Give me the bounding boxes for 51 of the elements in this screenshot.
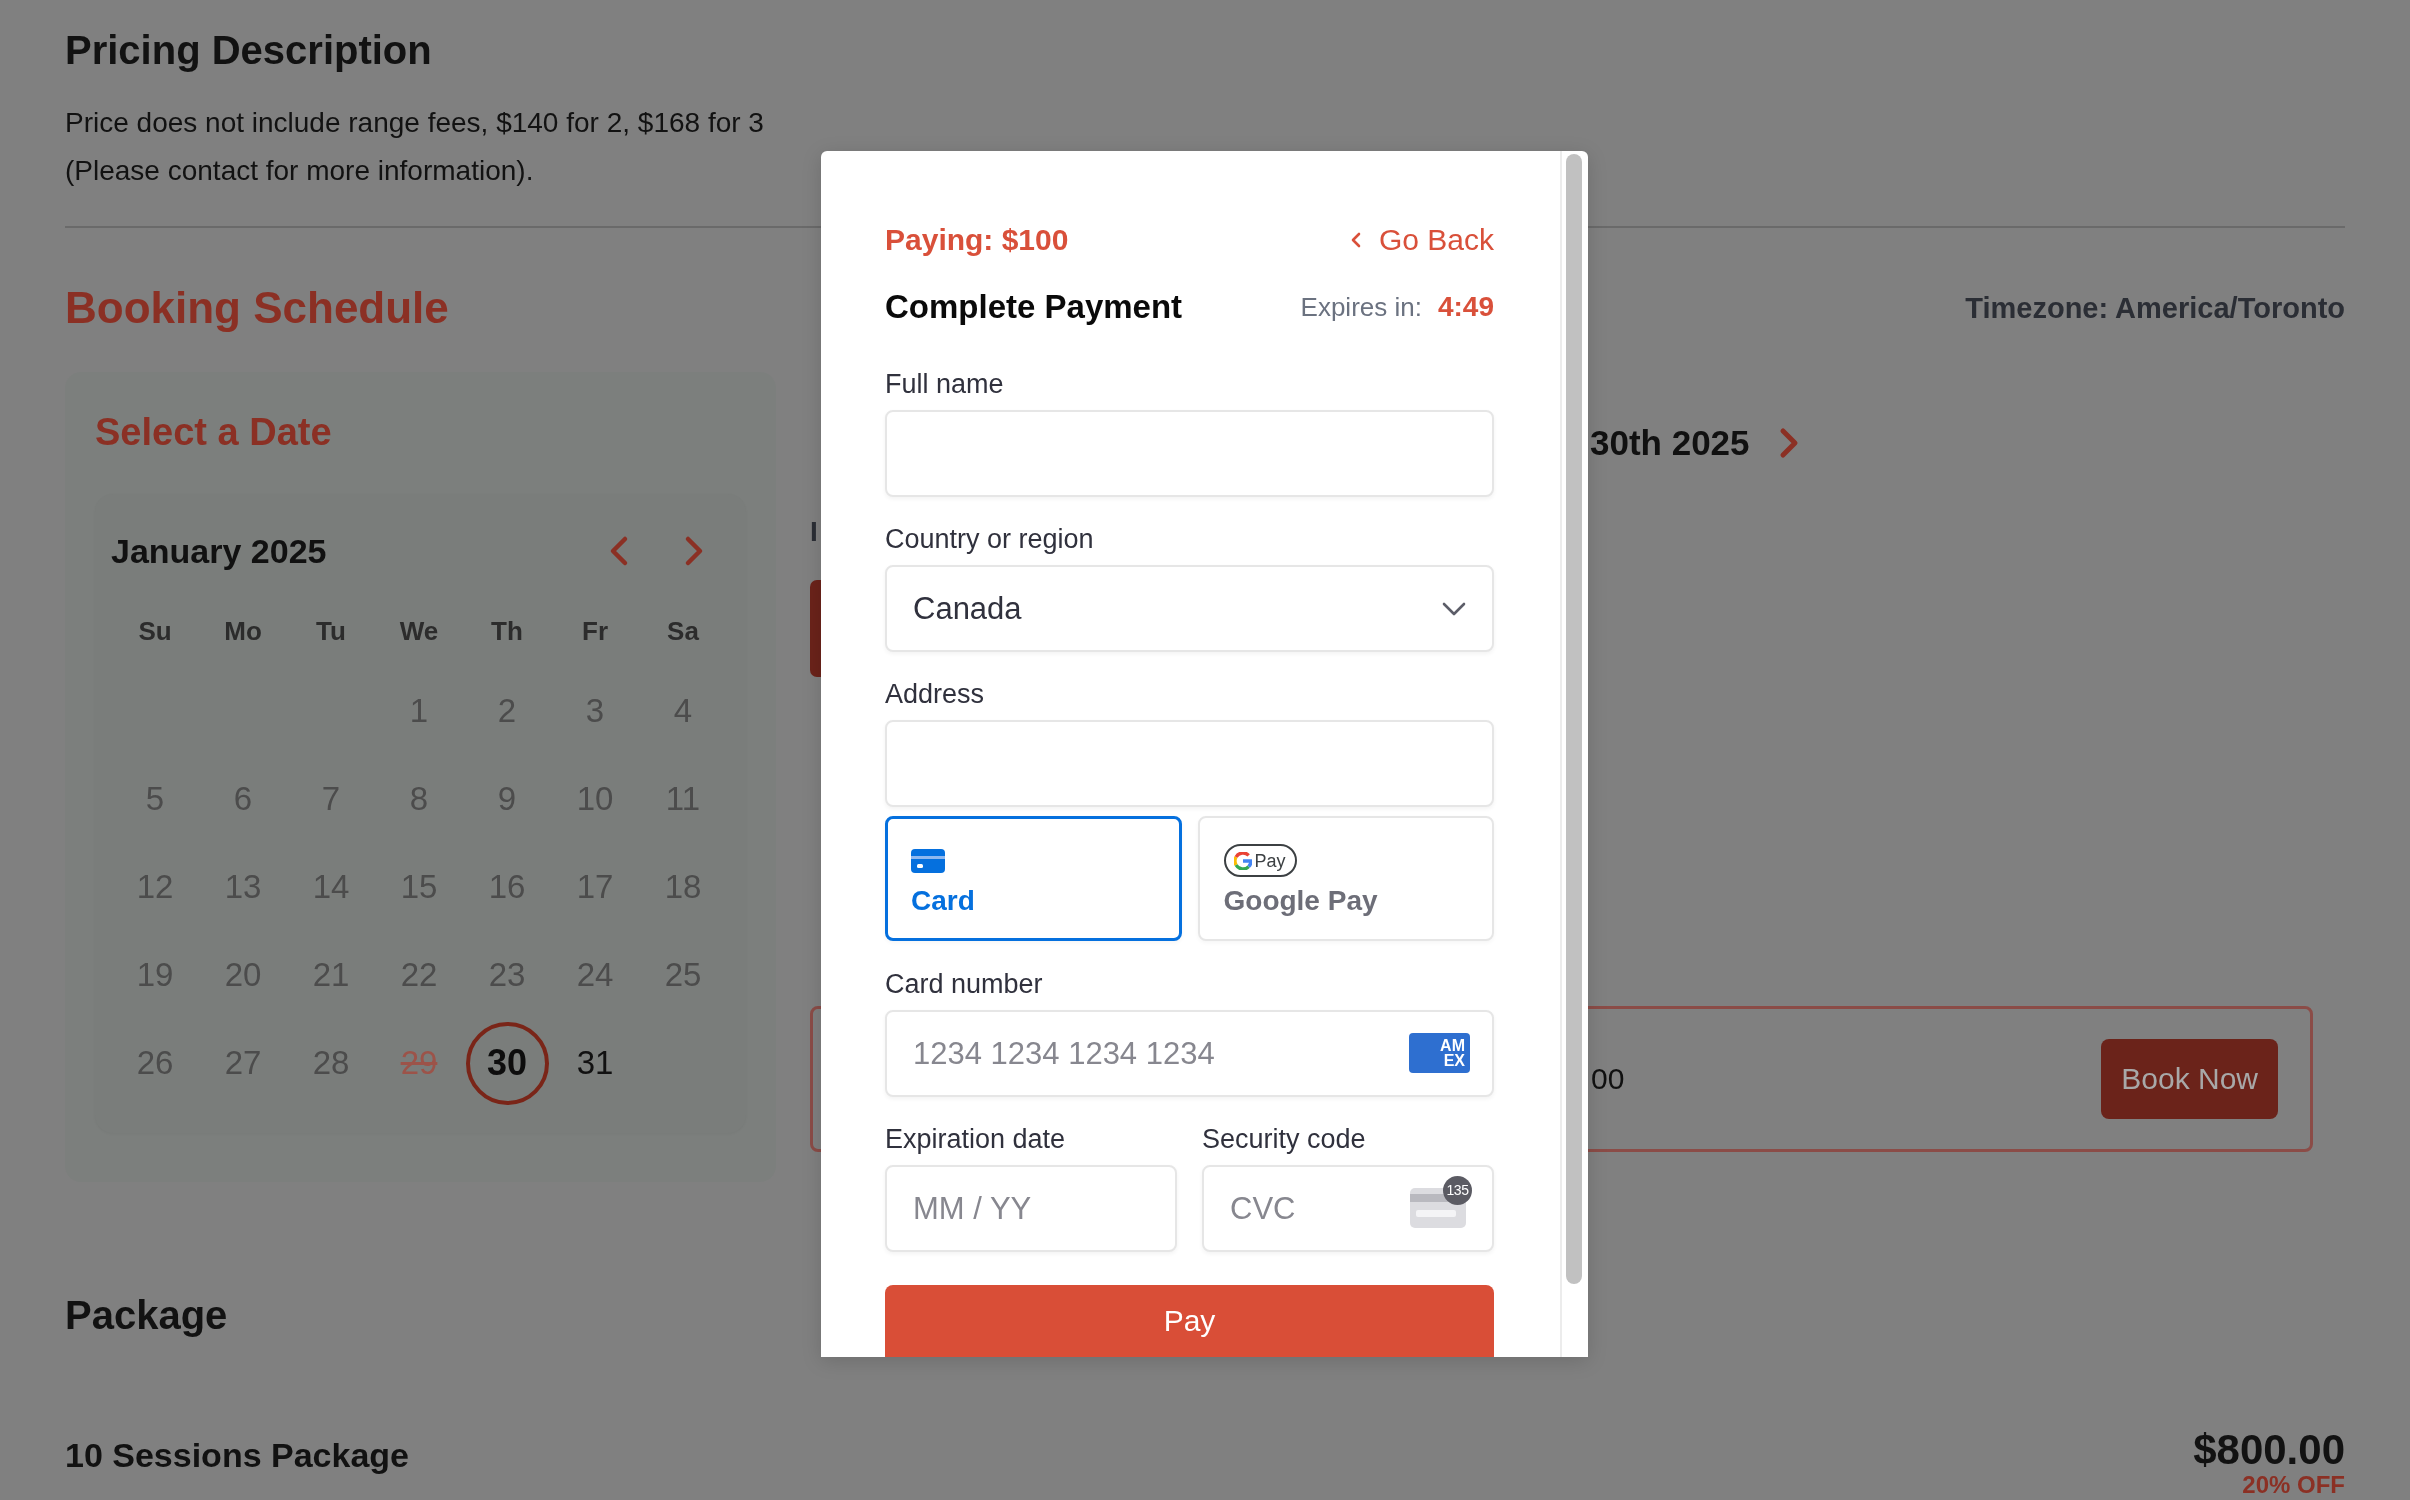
time-slot-button[interactable]	[810, 580, 821, 677]
field-label: Country or region	[885, 524, 1094, 554]
field-label: Address	[885, 679, 985, 709]
selected-date-label: 30th 2025	[1590, 422, 1750, 464]
expires-label: Expires in:	[1300, 291, 1422, 323]
letter-g-logo-icon	[1233, 851, 1252, 870]
card-brand-logo: AM EX	[1409, 1033, 1470, 1073]
payment-method-tab[interactable]: Pay Google Pay	[1197, 816, 1494, 941]
card-title: Select a Date	[95, 410, 332, 454]
weekday-label: Fr	[582, 615, 608, 647]
field-label: Expiration date	[885, 1124, 1066, 1154]
chevron-right-icon[interactable]	[683, 535, 705, 567]
pricing-text: Price does not include range fees, $140 for 2, $168 for 3 (Please contact for more information).	[65, 106, 764, 188]
book-now-button[interactable]: Book Now	[2101, 1039, 2278, 1119]
slots-heading: I	[810, 515, 818, 549]
weekday-label: Mo	[224, 615, 262, 647]
section-title: Package	[65, 1292, 228, 1339]
field-label: Card number	[885, 969, 1043, 999]
field-label: Full name	[885, 369, 1004, 399]
section-title: Booking Schedule	[65, 282, 449, 334]
badge-text: Pay	[1254, 850, 1286, 871]
package-price: $800.00	[2193, 1428, 2345, 1472]
payment-amount: Paying: $100	[885, 223, 1069, 257]
input-field[interactable]	[885, 410, 1494, 497]
scrollbar-thumb[interactable]	[1566, 154, 1582, 1284]
timezone-label: Timezone: America/Toronto	[1965, 291, 2345, 325]
chevron-down-icon	[1442, 601, 1466, 616]
pay-button[interactable]: Pay	[885, 1285, 1494, 1357]
weekday-label: Th	[491, 615, 523, 647]
go-back-link[interactable]: Go Back	[1350, 223, 1494, 257]
country-select[interactable]: Canada	[885, 565, 1494, 652]
input-field[interactable]	[885, 720, 1494, 807]
weekday-label: Sa	[667, 615, 699, 647]
dialog-title: Complete Payment	[885, 288, 1183, 326]
payment-method-tab[interactable]: Card	[885, 816, 1182, 941]
chevron-left-icon[interactable]	[608, 535, 630, 567]
calendar-day[interactable]: 30	[465, 1021, 549, 1105]
countdown-timer: 4:49	[1437, 291, 1494, 323]
weekday-label: We	[399, 615, 439, 647]
section-title: Pricing Description	[65, 27, 432, 74]
discount-label: 20% OFF	[2242, 1472, 2345, 1498]
credit-card-icon	[911, 848, 945, 873]
calendar-day[interactable]: 31	[553, 1021, 637, 1105]
package-name: 10 Sessions Package	[65, 1435, 409, 1476]
price-label: 00	[1591, 1062, 1625, 1096]
month-label: January 2025	[111, 531, 327, 571]
chevron-left-icon	[1350, 232, 1361, 248]
input-field[interactable]: MM / YY	[885, 1165, 1177, 1252]
field-label: Security code	[1202, 1124, 1366, 1154]
weekday-label: Su	[138, 615, 172, 647]
weekday-label: Tu	[316, 615, 346, 647]
